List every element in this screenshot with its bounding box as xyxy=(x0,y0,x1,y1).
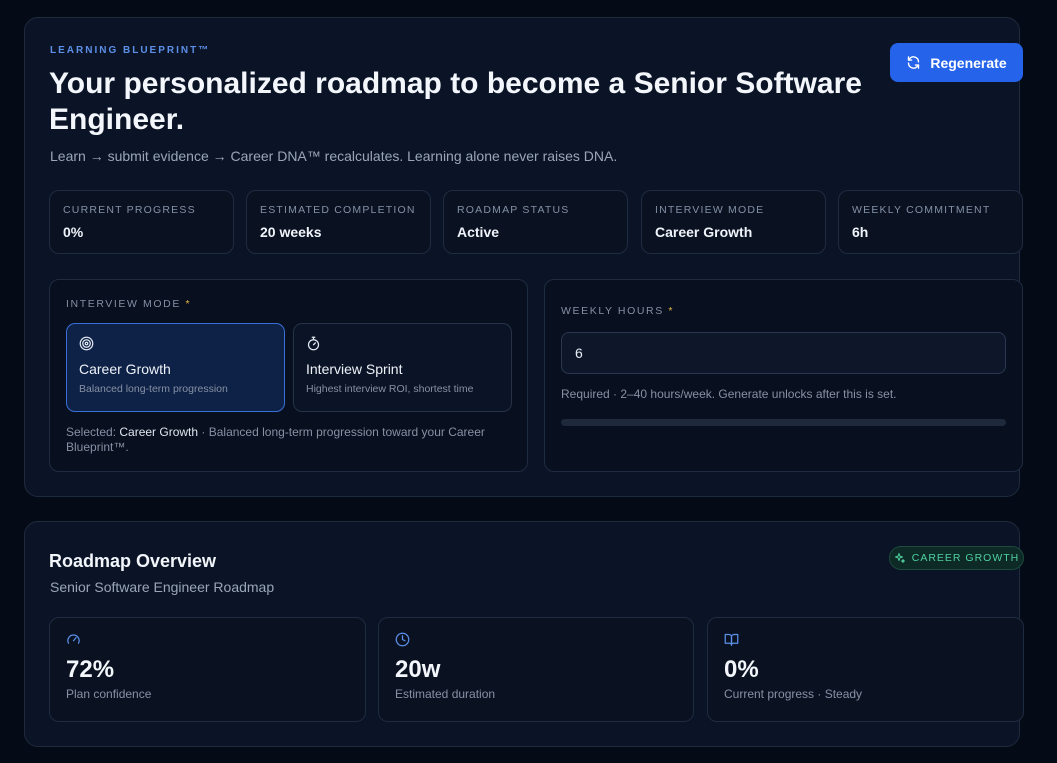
roadmap-overview-card: Roadmap Overview Senior Software Enginee… xyxy=(24,521,1024,747)
stat-current-progress: CURRENT PROGRESS 0% xyxy=(49,190,234,254)
metric-label: Estimated duration xyxy=(395,687,496,701)
mode-option-title: Career Growth xyxy=(79,361,171,377)
selected-mode-note: Selected: Career Growth · Balanced long-… xyxy=(66,425,516,455)
required-mark: * xyxy=(185,298,192,310)
mode-option-title: Interview Sprint xyxy=(306,361,403,377)
weekly-hours-panel: WEEKLY HOURS * Required · 2–40 hours/wee… xyxy=(544,279,1023,472)
metric-plan-confidence: 72% Plan confidence xyxy=(49,617,366,722)
learning-blueprint-card: LEARNING BLUEPRINT™ Your personalized ro… xyxy=(24,17,1023,497)
mode-option-career-growth[interactable]: Career Growth Balanced long-term progres… xyxy=(66,323,285,412)
refresh-icon xyxy=(908,56,920,69)
sparkle-icon xyxy=(894,553,905,563)
career-growth-badge: CAREER GROWTH xyxy=(889,546,1024,570)
weekly-hours-progress-bar xyxy=(561,419,1006,426)
stat-value: 20 weeks xyxy=(260,224,322,240)
overview-title: Roadmap Overview xyxy=(49,551,217,571)
stopwatch-icon xyxy=(307,336,320,351)
metric-value: 72% xyxy=(66,656,115,683)
regenerate-label: Regenerate xyxy=(930,54,1007,71)
target-icon xyxy=(79,336,94,351)
metric-label: Plan confidence xyxy=(66,687,152,701)
selected-prefix: Selected: xyxy=(66,425,120,439)
badge-label: CAREER GROWTH xyxy=(911,552,1020,564)
stat-label: WEEKLY COMMITMENT xyxy=(852,204,991,216)
metric-value: 0% xyxy=(724,656,759,683)
page-subtitle: Learn → submit evidence → Career DNA™ re… xyxy=(50,148,618,164)
required-mark: * xyxy=(668,305,675,317)
interview-mode-panel: INTERVIEW MODE * Career Growth Balanced … xyxy=(49,279,528,472)
book-icon xyxy=(724,633,739,646)
stat-value: Active xyxy=(457,224,500,240)
metric-estimated-duration: 20w Estimated duration xyxy=(378,617,694,722)
clock-icon xyxy=(395,632,410,647)
regenerate-button[interactable]: Regenerate xyxy=(890,43,1023,82)
eyebrow-label: LEARNING BLUEPRINT™ xyxy=(50,45,211,56)
stat-weekly-commitment: WEEKLY COMMITMENT 6h xyxy=(838,190,1023,254)
stat-value: 0% xyxy=(63,224,84,240)
weekly-hours-label: WEEKLY HOURS * xyxy=(561,305,674,317)
stat-label: ESTIMATED COMPLETION xyxy=(260,204,416,216)
stat-value: Career Growth xyxy=(655,224,753,240)
stat-value: 6h xyxy=(852,224,869,240)
stat-interview-mode: INTERVIEW MODE Career Growth xyxy=(641,190,826,254)
mode-option-description: Highest interview ROI, shortest time xyxy=(306,383,474,395)
stat-label: CURRENT PROGRESS xyxy=(63,204,196,216)
stat-roadmap-status: ROADMAP STATUS Active xyxy=(443,190,628,254)
selected-mode-name: Career Growth xyxy=(119,425,199,439)
stat-estimated-completion: ESTIMATED COMPLETION 20 weeks xyxy=(246,190,431,254)
interview-mode-label: INTERVIEW MODE * xyxy=(66,298,191,310)
metric-current-progress: 0% Current progress · Steady xyxy=(707,617,1024,722)
weekly-hours-help: Required · 2–40 hours/week. Generate unl… xyxy=(561,387,897,401)
overview-subtitle: Senior Software Engineer Roadmap xyxy=(50,579,275,595)
weekly-hours-input[interactable] xyxy=(561,332,1006,374)
stat-label: INTERVIEW MODE xyxy=(655,204,765,216)
stat-label: ROADMAP STATUS xyxy=(457,204,570,216)
page-title: Your personalized roadmap to become a Se… xyxy=(49,67,862,136)
mode-option-description: Balanced long-term progression xyxy=(79,383,228,395)
gauge-icon xyxy=(67,634,80,644)
interview-mode-label-text: INTERVIEW MODE xyxy=(66,298,181,310)
weekly-hours-label-text: WEEKLY HOURS xyxy=(561,305,664,317)
mode-option-interview-sprint[interactable]: Interview Sprint Highest interview ROI, … xyxy=(293,323,512,412)
metric-value: 20w xyxy=(395,656,441,683)
metric-label: Current progress · Steady xyxy=(724,687,863,701)
